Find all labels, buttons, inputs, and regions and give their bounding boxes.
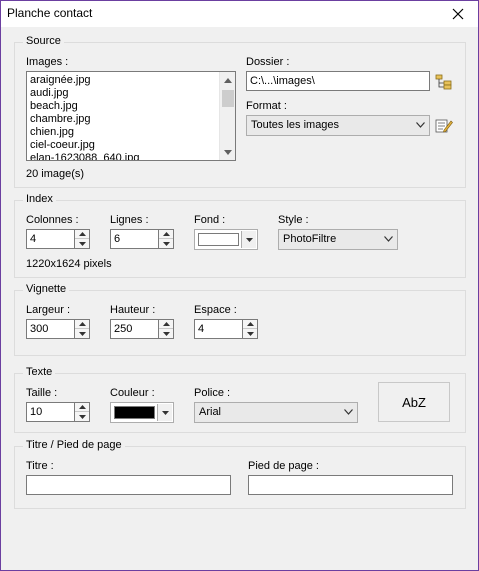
chevron-down-icon (416, 122, 425, 128)
font-size-spinner[interactable]: 10 (26, 402, 90, 422)
height-value[interactable]: 250 (110, 319, 158, 339)
rows-down-arrow-icon[interactable] (159, 239, 173, 248)
format-select[interactable]: Toutes les images (246, 115, 430, 136)
list-item[interactable]: chambre.jpg (27, 113, 218, 126)
edit-format-button[interactable] (434, 116, 454, 136)
images-scrollbar[interactable] (219, 72, 235, 160)
width-value[interactable]: 300 (26, 319, 74, 339)
list-item[interactable]: audi.jpg (27, 87, 218, 100)
chevron-down-icon (384, 236, 393, 242)
images-listbox[interactable]: araignée.jpg audi.jpg beach.jpg chambre.jpg… (26, 71, 236, 161)
title-label: Titre : (26, 460, 54, 472)
spacing-up-arrow-icon[interactable] (243, 320, 257, 329)
columns-spinner[interactable]: 4 (26, 229, 90, 249)
background-color-swatch (198, 233, 239, 246)
text-color-label: Couleur : (110, 387, 155, 399)
background-dropdown-arrow-icon[interactable] (241, 231, 256, 248)
height-label: Hauteur : (110, 304, 156, 316)
text-preview: AbZ (378, 382, 450, 422)
close-button[interactable] (438, 1, 478, 27)
folder-label: Dossier : (246, 56, 290, 68)
image-count: 20 image(s) (26, 168, 85, 180)
title-footer-legend: Titre / Pied de page (23, 439, 125, 451)
folder-field[interactable]: C:\...\images\ (246, 71, 430, 91)
columns-up-arrow-icon[interactable] (75, 230, 89, 239)
height-down-arrow-icon[interactable] (159, 329, 173, 338)
index-size: 1220x1624 pixels (26, 258, 112, 270)
width-up-arrow-icon[interactable] (75, 320, 89, 329)
planche-contact-dialog: Planche contact Source Images : araignée… (0, 0, 479, 571)
folder-tree-icon (435, 74, 452, 90)
thumbnail-legend: Vignette (23, 283, 70, 295)
close-icon (452, 8, 464, 20)
columns-down-arrow-icon[interactable] (75, 239, 89, 248)
font-size-label: Taille : (26, 387, 58, 399)
font-size-up-arrow-icon[interactable] (75, 403, 89, 412)
font-size-value[interactable]: 10 (26, 402, 74, 422)
index-legend: Index (23, 193, 56, 205)
images-label: Images : (26, 56, 69, 68)
list-item[interactable]: araignée.jpg (27, 74, 218, 87)
font-select[interactable]: Arial (194, 402, 358, 423)
columns-value[interactable]: 4 (26, 229, 74, 249)
width-spinner[interactable]: 300 (26, 319, 90, 339)
text-color-dropdown-arrow-icon[interactable] (157, 404, 172, 421)
scroll-thumb[interactable] (222, 90, 234, 107)
columns-label: Colonnes : (26, 214, 79, 226)
browse-folder-button[interactable] (434, 72, 454, 92)
window-title: Planche contact (7, 6, 93, 20)
spacing-value[interactable]: 4 (194, 319, 242, 339)
style-label: Style : (278, 214, 309, 226)
height-up-arrow-icon[interactable] (159, 320, 173, 329)
font-label: Police : (194, 387, 231, 399)
format-value: Toutes les images (251, 119, 340, 131)
width-label: Largeur : (26, 304, 71, 316)
spacing-label: Espace : (194, 304, 237, 316)
text-color-picker[interactable] (110, 402, 174, 423)
font-size-down-arrow-icon[interactable] (75, 412, 89, 421)
source-legend: Source (23, 35, 64, 47)
text-legend: Texte (23, 366, 56, 378)
spacing-down-arrow-icon[interactable] (243, 329, 257, 338)
background-label: Fond : (194, 214, 226, 226)
scroll-up-arrow-icon[interactable] (220, 72, 235, 88)
list-item[interactable]: elan-1623088_640.jpg (27, 152, 218, 160)
rows-spinner[interactable]: 6 (110, 229, 174, 249)
list-item[interactable]: ciel-coeur.jpg (27, 139, 218, 152)
preview-text: AbZ (402, 394, 426, 410)
scroll-down-arrow-icon[interactable] (220, 144, 235, 160)
chevron-down-icon (344, 409, 353, 415)
footer-label: Pied de page : (248, 460, 319, 472)
style-select[interactable]: PhotoFiltre (278, 229, 398, 250)
list-item[interactable]: chien.jpg (27, 126, 218, 139)
width-down-arrow-icon[interactable] (75, 329, 89, 338)
style-value: PhotoFiltre (283, 233, 337, 245)
list-item[interactable]: beach.jpg (27, 100, 218, 113)
text-color-swatch (114, 406, 155, 419)
footer-field[interactable] (248, 475, 453, 495)
height-spinner[interactable]: 250 (110, 319, 174, 339)
rows-label: Lignes : (110, 214, 149, 226)
rows-up-arrow-icon[interactable] (159, 230, 173, 239)
format-label: Format : (246, 100, 287, 112)
title-bar: Planche contact (1, 1, 478, 27)
rows-value[interactable]: 6 (110, 229, 158, 249)
edit-list-icon (435, 119, 453, 133)
background-color-picker[interactable] (194, 229, 258, 250)
spacing-spinner[interactable]: 4 (194, 319, 258, 339)
font-value: Arial (199, 406, 222, 418)
title-field[interactable] (26, 475, 231, 495)
